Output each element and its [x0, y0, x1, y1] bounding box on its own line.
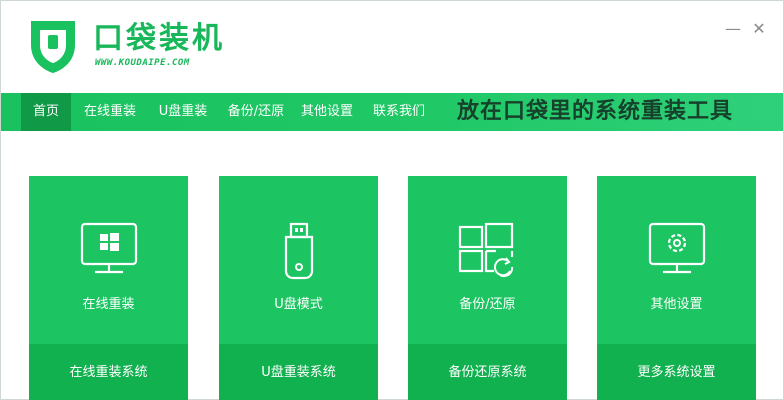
monitor-gear-icon: [648, 222, 705, 274]
app-window: 口袋装机 WWW.KOUDAIPE.COM — ✕ 首页 在线重装 U盘重装 备…: [0, 0, 784, 400]
nav-item-contact-us[interactable]: 联系我们: [367, 93, 431, 131]
card-icon-wrap: [408, 221, 567, 286]
card-icon-wrap: [597, 221, 756, 286]
close-button[interactable]: ✕: [751, 21, 767, 37]
header: 口袋装机 WWW.KOUDAIPE.COM — ✕: [1, 1, 783, 93]
nav-item-other-settings[interactable]: 其他设置: [295, 93, 359, 131]
card-icon-wrap: [29, 221, 188, 286]
app-title: 口袋装机: [93, 21, 225, 56]
nav-bar: 首页 在线重装 U盘重装 备份/还原 其他设置 联系我们 放在口袋里的系统重装工…: [1, 93, 783, 131]
card-icon-wrap: [219, 221, 378, 286]
shield-icon: [31, 21, 75, 73]
backup-restore-button[interactable]: 备份还原系统: [408, 344, 567, 400]
slogan: 放在口袋里的系统重装工具: [457, 99, 734, 124]
nav-item-usb-reinstall[interactable]: U盘重装: [151, 93, 215, 131]
usb-reinstall-button[interactable]: U盘重装系统: [219, 344, 378, 400]
card-usb-mode[interactable]: U盘模式 U盘重装系统: [219, 176, 378, 400]
nav-item-online-reinstall[interactable]: 在线重装: [77, 93, 143, 131]
app-url: WWW.KOUDAIPE.COM: [95, 58, 190, 68]
online-reinstall-button[interactable]: 在线重装系统: [29, 344, 188, 400]
card-other-settings[interactable]: 其他设置 更多系统设置: [597, 176, 756, 400]
usb-drive-icon: [284, 222, 313, 280]
card-title: 在线重装: [82, 297, 135, 312]
windows-restore-icon: [458, 222, 513, 278]
nav-item-home[interactable]: 首页: [21, 93, 71, 131]
card-title: U盘模式: [274, 297, 323, 312]
card-backup-restore[interactable]: 备份/还原 备份还原系统: [408, 176, 567, 400]
minimize-button[interactable]: —: [725, 21, 741, 37]
nav-item-backup-restore[interactable]: 备份/还原: [221, 93, 291, 131]
card-title: 备份/还原: [459, 297, 516, 312]
card-online-reinstall[interactable]: 在线重装 在线重装系统: [29, 176, 188, 400]
monitor-windows-icon: [80, 222, 137, 274]
more-settings-button[interactable]: 更多系统设置: [597, 344, 756, 400]
card-title: 其他设置: [650, 297, 703, 312]
